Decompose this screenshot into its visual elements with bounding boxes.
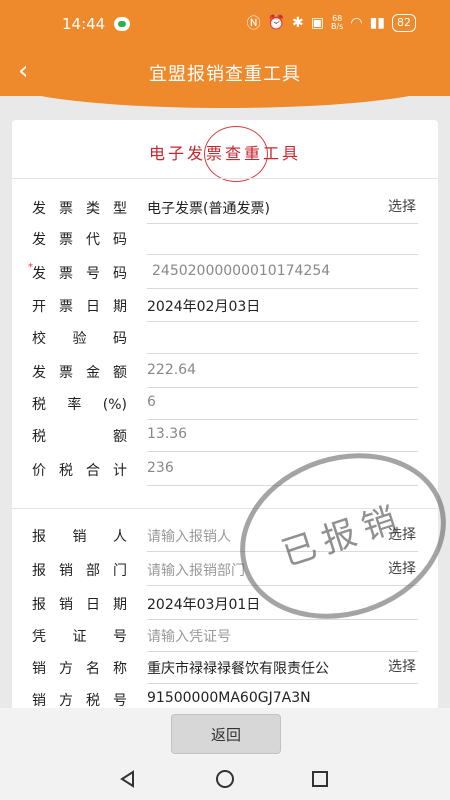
nav-home-icon[interactable]	[214, 768, 236, 790]
field-label: 报销人	[32, 529, 127, 545]
field-label: 发票号码	[32, 266, 127, 282]
card-title: 电子发票查重工具	[148, 144, 301, 163]
field-label: 税额	[32, 429, 127, 445]
seller-tax-id-value[interactable]: 91500000MA60GJ7A3N	[147, 690, 397, 706]
field-voucher-number[interactable]: 凭证号 请输入凭证号	[12, 618, 438, 652]
field-invoice-code[interactable]: 发票代码	[12, 221, 438, 255]
issue-date-value[interactable]: 2024年02月03日	[147, 296, 397, 316]
field-reimburser[interactable]: 报销人 请输入报销人 选择	[12, 518, 438, 552]
system-nav-bar	[0, 758, 450, 800]
field-label: 报销日期	[32, 597, 127, 613]
field-seller-name[interactable]: 销方名称 重庆市禄禄禄餐饮有限责任公 选择	[12, 650, 438, 684]
seller-name-value[interactable]: 重庆市禄禄禄餐饮有限责任公	[147, 658, 372, 678]
field-department[interactable]: 报销部门 请输入报销部门 选择	[12, 552, 438, 586]
field-label: 报销部门	[32, 563, 127, 579]
invoice-type-value: 电子发票(普通发票)	[147, 201, 270, 217]
invoice-amount-input[interactable]: 222.64	[147, 362, 397, 378]
nav-recent-icon[interactable]	[309, 768, 331, 790]
battery-indicator: 82	[392, 14, 416, 32]
divider	[12, 178, 438, 179]
field-label: 发票代码	[32, 232, 127, 248]
invoice-number-input[interactable]: 24502000000010174254	[152, 263, 402, 279]
select-department-button[interactable]: 选择	[388, 558, 416, 578]
net-speed: 68 B/s	[331, 14, 344, 31]
nav-back-icon[interactable]	[117, 768, 139, 790]
reimburse-date-value[interactable]: 2024年03月01日	[147, 594, 397, 614]
field-invoice-amount[interactable]: 发票金额 222.64	[12, 354, 438, 388]
field-invoice-type[interactable]: 发票类型 电子发票(普通发票) 选择	[12, 190, 438, 224]
field-label: 发票类型	[32, 201, 127, 217]
invoice-card: 电子发票查重工具 发票类型 电子发票(普通发票) 选择 发票代码 * 发票号码 …	[12, 120, 438, 720]
tax-amount-input[interactable]: 13.36	[147, 426, 397, 442]
field-check-code[interactable]: 校验码	[12, 320, 438, 354]
field-reimburse-date[interactable]: 报销日期 2024年03月01日	[12, 586, 438, 620]
alarm-icon: ⏰	[267, 15, 286, 31]
select-reimburser-button[interactable]: 选择	[388, 524, 416, 544]
field-tax-rate[interactable]: 税率(%) 6	[12, 386, 438, 420]
field-issue-date[interactable]: 开票日期 2024年02月03日	[12, 288, 438, 322]
field-label: 校验码	[32, 331, 127, 347]
field-invoice-number[interactable]: * 发票号码 24502000000010174254	[12, 255, 438, 289]
app-header: ‹ 宜盟报销查重工具	[0, 46, 450, 108]
status-bar: 14:44 Ⓝ ⏰ ✱ ▣ 68 B/s ◠ ▮▮ 82	[0, 0, 450, 50]
field-label: 发票金额	[32, 365, 127, 381]
status-icons: Ⓝ ⏰ ✱ ▣ 68 B/s ◠ ▮▮ 82	[247, 13, 416, 33]
field-label: 税率(%)	[32, 397, 127, 413]
camera-icon: ▣	[310, 15, 324, 31]
page-title: 宜盟报销查重工具	[149, 64, 301, 85]
field-tax-amount[interactable]: 税额 13.36	[12, 418, 438, 452]
wechat-icon	[114, 17, 130, 31]
wifi-icon: ◠	[350, 15, 363, 31]
field-label: 价税合计	[32, 463, 127, 479]
reimburser-input[interactable]: 请输入报销人	[147, 526, 397, 546]
divider	[12, 508, 438, 509]
total-input[interactable]: 236	[147, 460, 397, 476]
nfc-icon: Ⓝ	[246, 16, 261, 32]
department-input[interactable]: 请输入报销部门	[147, 560, 397, 580]
voucher-number-input[interactable]: 请输入凭证号	[147, 626, 397, 646]
select-seller-button[interactable]: 选择	[388, 656, 416, 676]
field-label: 销方税号	[32, 693, 127, 709]
field-label: 凭证号	[32, 629, 127, 645]
field-total[interactable]: 价税合计 236	[12, 452, 438, 486]
signal-icon: ▮▮	[369, 15, 385, 31]
tax-rate-input[interactable]: 6	[147, 394, 397, 410]
bluetooth-icon: ✱	[292, 15, 304, 31]
bottom-bar: 返回	[0, 708, 450, 758]
field-label: 开票日期	[32, 299, 127, 315]
status-time: 14:44	[62, 15, 106, 33]
field-label: 销方名称	[32, 661, 127, 677]
select-invoice-type-button[interactable]: 选择	[388, 196, 416, 216]
return-button[interactable]: 返回	[171, 714, 281, 754]
